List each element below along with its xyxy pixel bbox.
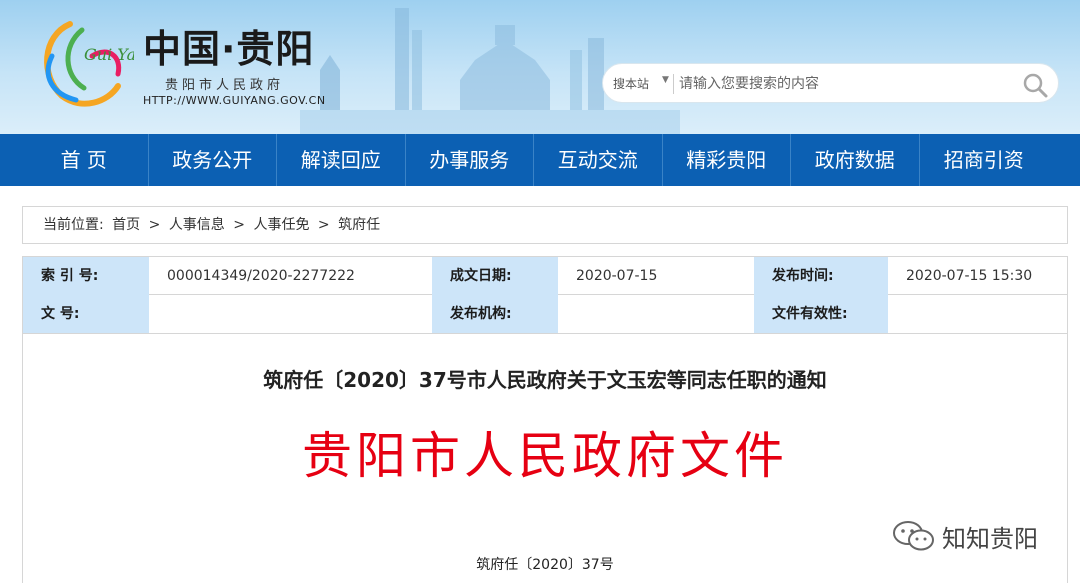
search-icon[interactable] [1021, 71, 1049, 99]
breadcrumb-separator: > [148, 217, 161, 233]
publishing-org-label: 发布机构: [432, 295, 558, 333]
site-header: Gui Yang 中国·贵阳 贵阳市人民政府 HTTP://WWW.GUIYAN… [0, 0, 1080, 134]
breadcrumb-separator: > [233, 217, 245, 233]
nav-item-government-data[interactable]: 政府数据 [791, 134, 920, 186]
breadcrumb-item-home[interactable]: 首页 [112, 217, 140, 233]
nav-item-home[interactable]: 首 页 [20, 134, 149, 186]
nav-item-wonderful-guiyang[interactable]: 精彩贵阳 [663, 134, 791, 186]
wechat-icon [893, 521, 934, 551]
publish-time-label: 发布时间: [754, 257, 888, 295]
main-nav: 首 页 政务公开 解读回应 办事服务 互动交流 精彩贵阳 政府数据 招商引资 [0, 134, 1080, 186]
breadcrumb-item-personnel[interactable]: 人事信息 [169, 217, 225, 233]
nav-item-interaction[interactable]: 互动交流 [534, 134, 663, 186]
breadcrumb-item-appointments[interactable]: 人事任免 [253, 217, 309, 233]
site-title: 中国·贵阳 [143, 27, 315, 71]
watermark-text: 知知贵阳 [942, 524, 1038, 553]
index-label: 索 引 号: [23, 257, 149, 295]
guiyang-logo: Gui Yang [44, 21, 134, 107]
document-metadata-table: 索 引 号: 000014349/2020-2277222 成文日期: 2020… [22, 256, 1068, 334]
search-scope-select[interactable]: 搜本站 [613, 75, 649, 92]
breadcrumb: 当前位置: 首页 > 人事信息 > 人事任免 > 筑府任 [22, 206, 1068, 244]
search-input[interactable] [679, 74, 999, 94]
index-value: 000014349/2020-2277222 [167, 268, 355, 284]
search-bar: 搜本站 ▼ [602, 63, 1059, 103]
site-subtitle: 贵阳市人民政府 [165, 78, 285, 93]
nav-item-investment[interactable]: 招商引资 [920, 134, 1049, 186]
doc-number-label: 文 号: [23, 295, 149, 333]
search-divider [673, 74, 674, 94]
wechat-watermark: 知知贵阳 [892, 518, 1038, 554]
validity-value [888, 295, 1067, 333]
metadata-row: 索 引 号: 000014349/2020-2277222 成文日期: 2020… [23, 257, 1067, 295]
metadata-row: 文 号: 发布机构: 文件有效性: [23, 295, 1067, 333]
document-red-header: 贵阳市人民政府文件 [302, 427, 788, 485]
breadcrumb-separator: > [317, 217, 330, 233]
publishing-org-value [558, 295, 754, 333]
site-url[interactable]: HTTP://WWW.GUIYANG.GOV.CN [143, 94, 326, 107]
nav-item-services[interactable]: 办事服务 [406, 134, 534, 186]
chevron-down-icon[interactable]: ▼ [662, 75, 669, 85]
date-label: 成文日期: [432, 257, 558, 295]
logo-text: Gui Yang [84, 45, 134, 64]
validity-label: 文件有效性: [754, 295, 888, 333]
nav-item-government-affairs[interactable]: 政务公开 [149, 134, 277, 186]
document-title: 筑府任〔2020〕37号市人民政府关于文玉宏等同志任职的通知 [263, 368, 827, 392]
document-number: 筑府任〔2020〕37号 [476, 557, 614, 573]
doc-number-value [149, 295, 432, 333]
breadcrumb-prefix: 当前位置: [43, 217, 104, 233]
breadcrumb-item-current[interactable]: 筑府任 [338, 217, 380, 233]
date-value: 2020-07-15 [576, 268, 658, 284]
publish-time-value: 2020-07-15 15:30 [906, 268, 1033, 284]
nav-item-interpretation[interactable]: 解读回应 [277, 134, 406, 186]
